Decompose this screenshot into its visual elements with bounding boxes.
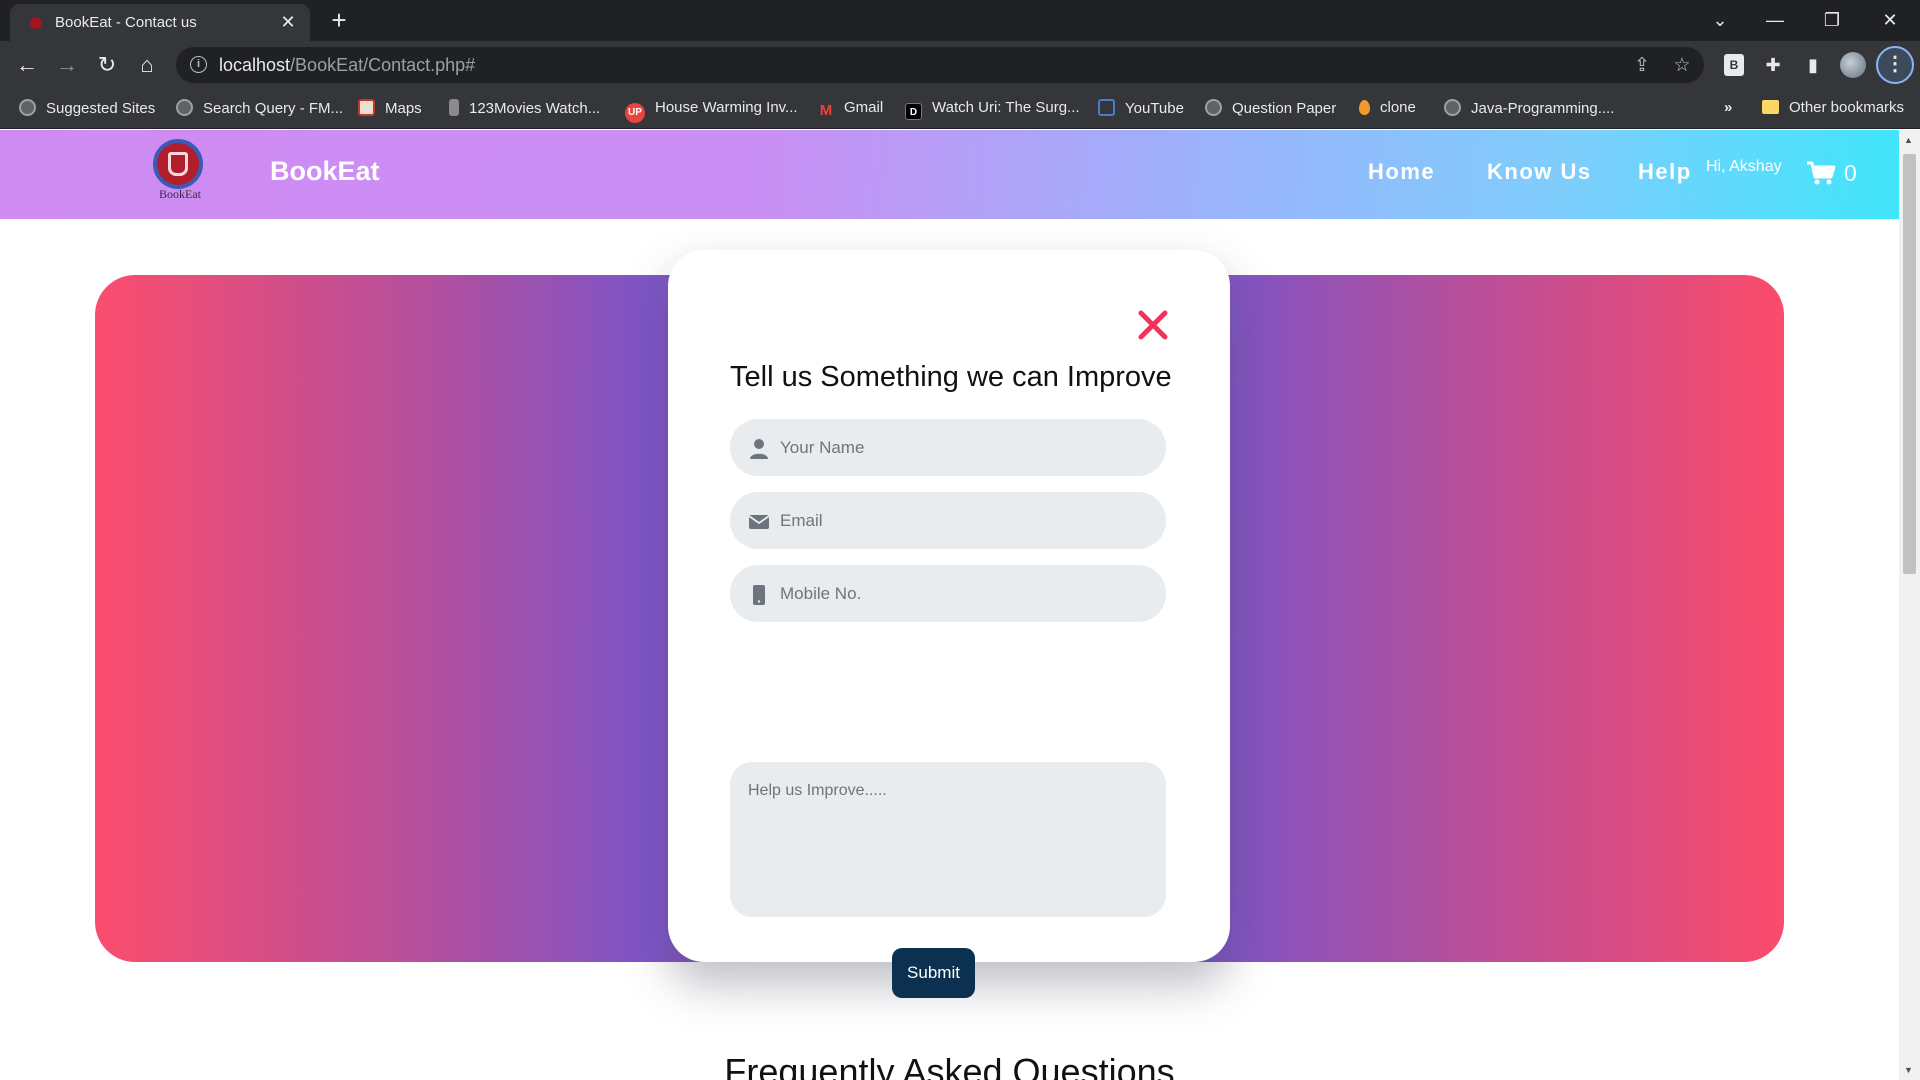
home-icon[interactable]: ⌂ [132,51,162,79]
bookeat-favicon-icon [30,17,42,29]
other-bookmarks[interactable]: Other bookmarks [1762,99,1904,116]
email-field[interactable] [730,492,1166,549]
bookmark-item[interactable]: UP House Warming Inv... [625,99,798,123]
bookmark-item[interactable]: D Watch Uri: The Surg... [905,99,1080,120]
reload-icon[interactable]: ↻ [92,51,122,79]
mobile-input[interactable] [780,565,1150,622]
browser-toolbar: ← → ↻ ⌂ i localhost/BookEat/Contact.php#… [0,41,1920,89]
tab-search-icon[interactable]: ⌄ [1700,6,1740,34]
browser-tab-active[interactable]: BookEat - Contact us ✕ [10,4,310,41]
close-icon[interactable] [1136,308,1170,342]
bookmark-item[interactable]: Question Paper [1205,99,1336,117]
up-icon: UP [625,103,645,123]
new-tab-button[interactable]: + [325,6,353,34]
profile-avatar[interactable] [1840,52,1866,78]
bookmark-item[interactable]: clone [1359,99,1416,116]
side-panel-icon[interactable]: ▮ [1798,50,1828,80]
globe-icon [176,99,193,116]
page-scrollbar[interactable]: ▲ ▼ [1899,130,1920,1080]
restore-icon[interactable]: ❐ [1812,6,1852,34]
name-field[interactable] [730,419,1166,476]
modal-title: Tell us Something we can Improve [730,361,1172,393]
bookmark-star-icon[interactable]: ☆ [1670,54,1694,77]
bookmark-item[interactable]: M Gmail [818,99,883,119]
bookmark-item[interactable]: 123Movies Watch... [449,99,600,117]
minimize-icon[interactable]: — [1755,6,1795,34]
bookmark-item[interactable]: Search Query - FM... [176,99,343,117]
browser-menu-icon[interactable]: ⋮ [1876,46,1914,84]
bookmark-item[interactable]: Maps [358,99,422,117]
faq-heading: Frequently Asked Questions [724,1051,1175,1080]
brand-name[interactable]: BookEat [270,156,380,187]
improve-message-textarea[interactable] [730,762,1166,917]
bookmark-item[interactable]: YouTube [1098,99,1184,117]
site-navbar: BookEat BookEat Home Know Us Help Hi, Ak… [0,130,1899,219]
user-greeting[interactable]: Hi, Akshay [1706,158,1782,176]
youtube-icon [1098,99,1115,116]
nav-know-us[interactable]: Know Us [1487,159,1592,185]
share-icon[interactable]: ⇪ [1630,54,1654,77]
cart-count[interactable]: 0 [1844,160,1857,187]
browser-tab-bar: BookEat - Contact us ✕ + ⌄ — ❐ ✕ [0,0,1920,41]
email-input[interactable] [780,492,1150,549]
envelope-icon [748,515,770,529]
scrollbar-thumb[interactable] [1903,154,1916,574]
mobile-phone-icon [753,585,765,605]
url-text[interactable]: localhost/BookEat/Contact.php# [219,55,475,76]
address-bar[interactable]: i localhost/BookEat/Contact.php# ⇪ ☆ [176,47,1704,83]
forward-icon[interactable]: → [52,51,82,79]
feedback-modal: Tell us Something we can Improve Submit [668,250,1230,998]
tab-close-icon[interactable]: ✕ [276,10,300,34]
logo-text: BookEat [159,187,201,201]
folder-icon [1762,100,1779,114]
bookmarks-overflow-icon[interactable]: » [1724,99,1732,116]
scroll-up-icon[interactable]: ▲ [1904,135,1913,145]
site-info-icon[interactable]: i [190,56,207,73]
maps-icon [358,99,375,116]
submit-button[interactable]: Submit [892,948,975,998]
extension-b-icon[interactable]: B [1724,54,1744,76]
back-icon[interactable]: ← [12,51,42,79]
window-close-icon[interactable]: ✕ [1870,6,1910,34]
extensions-puzzle-icon[interactable]: ✚ [1758,50,1788,80]
tab-title: BookEat - Contact us [55,14,197,31]
gmail-icon: M [819,102,833,119]
name-input[interactable] [780,419,1150,476]
nav-home[interactable]: Home [1368,159,1435,185]
bookmarks-bar: Suggested Sites Search Query - FM... Map… [0,89,1920,129]
globe-icon [1444,99,1461,116]
globe-icon [1205,99,1222,116]
mobile-field[interactable] [730,565,1166,622]
cart-icon[interactable] [1806,160,1836,186]
movies-icon [449,99,459,116]
pin-icon [1359,100,1370,115]
user-icon [750,439,768,459]
globe-icon [19,99,36,116]
page-viewport: BookEat BookEat Home Know Us Help Hi, Ak… [0,130,1899,1080]
bookmark-item[interactable]: Java-Programming.... [1444,99,1614,117]
bookeat-logo[interactable] [153,139,203,189]
bookmark-item[interactable]: Suggested Sites [19,99,155,117]
nav-help[interactable]: Help [1638,159,1692,185]
d-icon: D [905,103,922,120]
logo-mark-icon [168,152,188,176]
scroll-down-icon[interactable]: ▼ [1904,1065,1913,1075]
